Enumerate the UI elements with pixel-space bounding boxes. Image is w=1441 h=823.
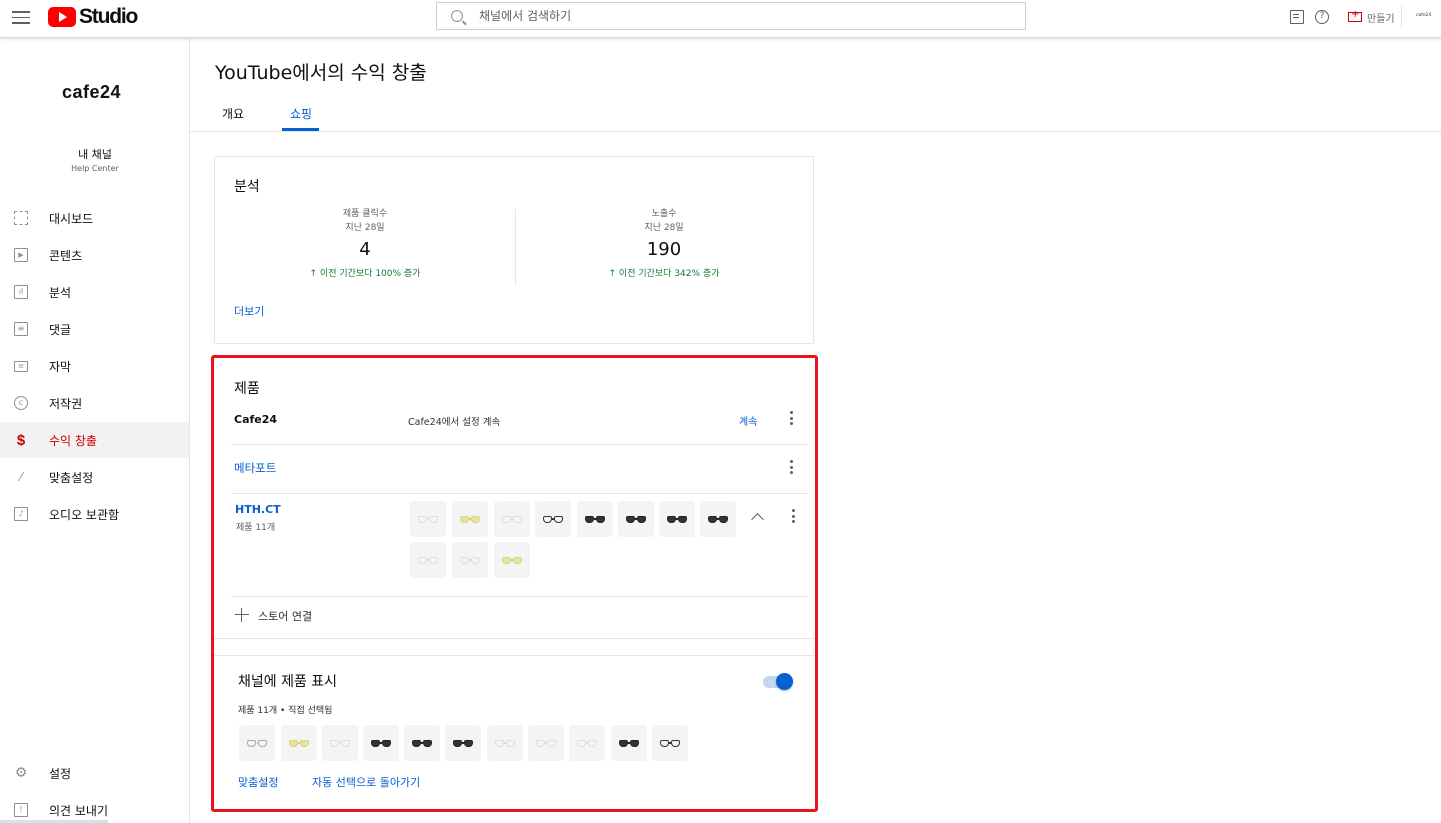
metric-divider (515, 209, 516, 285)
channel-subtitle: Help Center (71, 164, 119, 173)
sidebar-item-analytics[interactable]: ıl 분석 (0, 274, 189, 310)
send-feedback-icon: ! (13, 802, 29, 818)
sidebar-item-label: 의견 보내기 (49, 803, 109, 818)
sidebar-item-audio-library[interactable]: ♪ 오디오 보관함 (0, 496, 189, 532)
page-title: YouTube에서의 수익 창출 (215, 62, 427, 84)
metric-label: 제품 클릭수 (342, 209, 388, 219)
dashboard-icon (13, 210, 29, 226)
sidebar-item-comments[interactable]: ≡ 댓글 (0, 311, 189, 347)
feedback-icon[interactable] (1290, 10, 1304, 24)
sidebar-item-label: 맞춤설정 (49, 470, 94, 485)
search-box[interactable] (436, 2, 1026, 30)
sidebar-item-label: 댓글 (49, 322, 72, 337)
comments-icon: ≡ (13, 321, 29, 337)
sidebar-item-customization[interactable]: ⁄ 맞춤설정 (0, 459, 189, 495)
active-tab-indicator (282, 128, 319, 131)
metric-product-clicks: 제품 클릭수 지난 28일 4 ↑ 이전 기간보다 100% 증가 (220, 207, 510, 279)
sidebar-item-label: 설정 (49, 766, 72, 781)
see-more-link[interactable]: 더보기 (234, 303, 264, 319)
monetization-icon: $ (16, 431, 26, 449)
metric-label: 노출수 (651, 209, 677, 219)
sidebar-item-label: 대시보드 (49, 211, 94, 226)
metric-change: ↑ 이전 기간보다 342% 증가 (608, 269, 720, 279)
metric-impressions: 노출수 지난 28일 190 ↑ 이전 기간보다 342% 증가 (519, 207, 809, 279)
copyright-icon: c (13, 395, 29, 411)
sidebar-item-label: 콘텐츠 (49, 248, 83, 263)
sidebar-item-feedback[interactable]: ! 의견 보내기 (0, 792, 189, 823)
youtube-logo-icon (48, 7, 76, 27)
tab-shopping[interactable]: 쇼핑 (290, 105, 312, 122)
search-input[interactable] (479, 9, 979, 23)
sidebar: cafe24 내 채널 Help Center 대시보드 ▶ 콘텐츠 ıl 분석… (0, 38, 190, 823)
sidebar-item-monetization[interactable]: $ 수익 창출 (0, 422, 189, 458)
customization-icon: ⁄ (19, 470, 22, 484)
studio-logo[interactable]: Studio (48, 5, 138, 29)
sidebar-item-label: 분석 (49, 285, 72, 300)
create-video-icon (1348, 9, 1362, 22)
analytics-title: 분석 (234, 179, 260, 195)
sidebar-item-label: 오디오 보관함 (49, 507, 120, 522)
gear-icon: ⚙ (14, 765, 28, 781)
tab-overview[interactable]: 개요 (222, 105, 244, 122)
account-avatar[interactable]: cafe24 (1416, 13, 1431, 18)
highlight-box (211, 355, 818, 812)
search-icon (451, 10, 463, 22)
metric-value: 190 (646, 239, 682, 260)
metric-period: 지난 28일 (345, 223, 385, 233)
create-label: 만들기 (1367, 13, 1395, 25)
metric-value: 4 (359, 239, 371, 260)
sidebar-item-label: 저작권 (49, 396, 83, 411)
metric-period: 지난 28일 (644, 223, 684, 233)
tab-bar: 개요 쇼핑 (190, 96, 1441, 132)
sidebar-item-label: 수익 창출 (49, 433, 97, 448)
sidebar-item-label: 자막 (49, 359, 72, 374)
logo-text: Studio (79, 5, 138, 28)
analytics-icon: ıl (13, 284, 29, 300)
subtitles-icon: ≡ (13, 358, 29, 374)
create-button[interactable]: 만들기 (1344, 6, 1402, 28)
sidebar-item-settings[interactable]: ⚙ 설정 (0, 755, 189, 791)
channel-brand-logo[interactable]: cafe24 (62, 82, 121, 103)
analytics-card: 분석 제품 클릭수 지난 28일 4 ↑ 이전 기간보다 100% 증가 노출수… (214, 156, 814, 344)
help-icon[interactable]: ? (1315, 10, 1329, 24)
sidebar-item-copyright[interactable]: c 저작권 (0, 385, 189, 421)
audio-library-icon: ♪ (13, 506, 29, 522)
menu-icon[interactable] (12, 8, 30, 26)
sidebar-item-subtitles[interactable]: ≡ 자막 (0, 348, 189, 384)
channel-name: 내 채널 (78, 148, 112, 161)
sidebar-item-content[interactable]: ▶ 콘텐츠 (0, 237, 189, 273)
metric-change: ↑ 이전 기간보다 100% 증가 (309, 269, 421, 279)
sidebar-item-dashboard[interactable]: 대시보드 (0, 200, 189, 236)
top-bar: Studio ? 만들기 cafe24 (0, 0, 1441, 38)
content-icon: ▶ (13, 247, 29, 263)
